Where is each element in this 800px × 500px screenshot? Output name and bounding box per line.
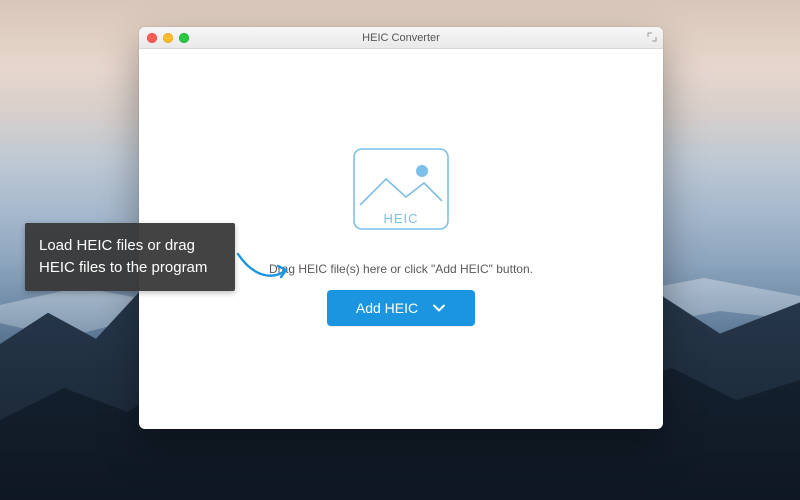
add-heic-button[interactable]: Add HEIC xyxy=(327,290,475,326)
hint-tooltip-text: Load HEIC files or drag HEIC files to th… xyxy=(39,237,207,276)
fullscreen-icon[interactable] xyxy=(647,32,657,42)
chevron-down-icon xyxy=(432,301,446,315)
heic-image-icon: HEIC xyxy=(346,143,456,248)
heic-icon-label: HEIC xyxy=(383,211,418,226)
hint-arrow-icon xyxy=(234,250,296,290)
close-icon[interactable] xyxy=(147,33,157,43)
hint-tooltip: Load HEIC files or drag HEIC files to th… xyxy=(25,223,235,291)
zoom-icon[interactable] xyxy=(179,33,189,43)
drop-instruction-text: Drag HEIC file(s) here or click "Add HEI… xyxy=(269,262,533,276)
add-heic-button-label: Add HEIC xyxy=(356,300,418,316)
window-title: HEIC Converter xyxy=(139,32,663,44)
window-titlebar[interactable]: HEIC Converter xyxy=(139,27,663,49)
desktop-background: HEIC Converter HEIC Drag HEIC file(s) he… xyxy=(0,0,800,500)
window-traffic-lights xyxy=(147,33,189,43)
minimize-icon[interactable] xyxy=(163,33,173,43)
